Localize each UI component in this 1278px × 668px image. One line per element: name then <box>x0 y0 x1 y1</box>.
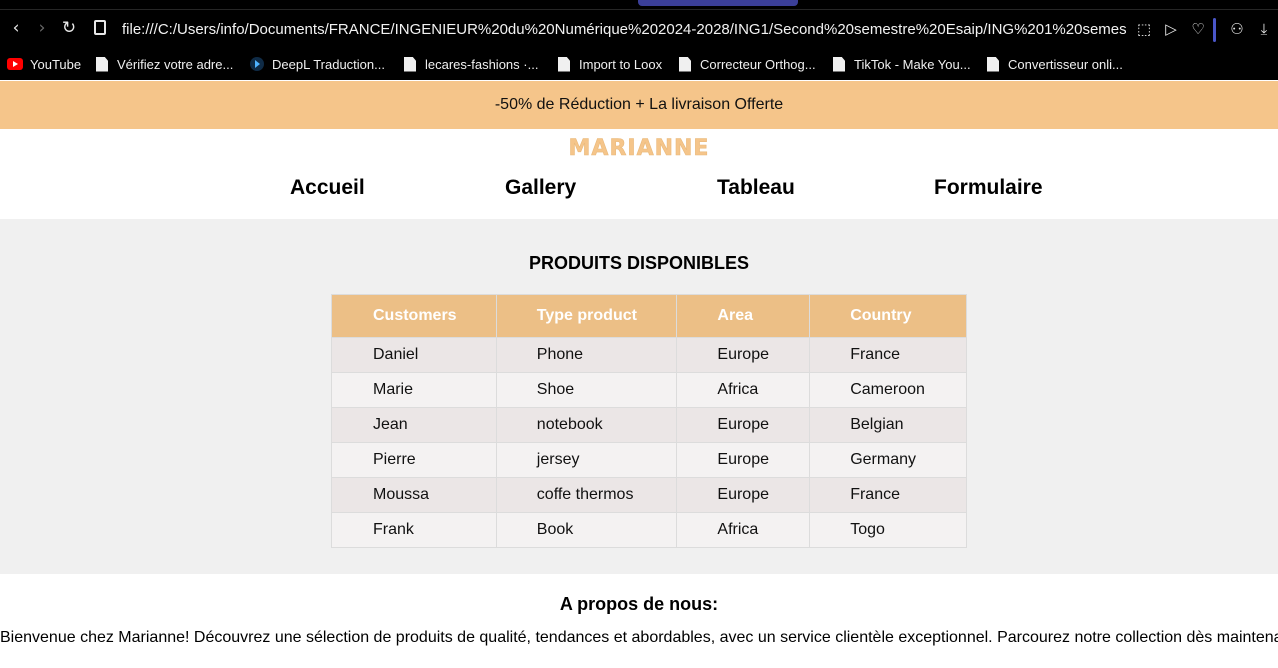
document-icon <box>679 56 691 72</box>
bookmark-tiktok[interactable]: TikTok - Make You... <box>833 55 971 73</box>
table-row: Daniel Phone Europe France <box>331 337 967 373</box>
cell-customer: Moussa <box>331 477 497 513</box>
bookmark-label: Import to Loox <box>579 56 663 72</box>
send-icon[interactable]: ▷ <box>1161 19 1181 39</box>
column-header-area: Area <box>676 294 811 338</box>
tab-indicator <box>638 0 798 6</box>
column-header-type-product: Type product <box>495 294 678 338</box>
bookmark-label: lecares-fashions ·... <box>425 56 539 72</box>
document-icon <box>558 56 570 72</box>
bookmarks-bar: YouTube Vérifiez votre adre... DeepL Tra… <box>0 48 1278 80</box>
document-icon <box>404 56 416 72</box>
bookmark-loox[interactable]: Import to Loox <box>558 55 662 73</box>
cell-customer: Pierre <box>331 442 497 478</box>
bookmark-convertisseur[interactable]: Convertisseur onli... <box>987 55 1123 73</box>
table-row: Moussa coffe thermos Europe France <box>331 477 967 513</box>
back-icon[interactable]: ‹ <box>6 18 26 38</box>
nav-formulaire[interactable]: Formulaire <box>934 176 1043 200</box>
cell-country: France <box>809 477 967 513</box>
cell-customer: Jean <box>331 407 497 443</box>
cell-area: Europe <box>676 407 811 443</box>
heart-icon[interactable]: ♡ <box>1188 19 1208 39</box>
column-header-customers: Customers <box>331 294 497 338</box>
bookmark-verify-address[interactable]: Vérifiez votre adre... <box>96 55 233 73</box>
cell-country: Togo <box>809 512 967 548</box>
sidebar-divider <box>1213 18 1216 42</box>
download-icon[interactable]: ⤓ <box>1254 19 1274 39</box>
cell-type-product: notebook <box>495 407 678 443</box>
cell-type-product: coffe thermos <box>495 477 678 513</box>
products-title: PRODUITS DISPONIBLES <box>528 253 750 273</box>
cell-customer: Daniel <box>331 337 497 373</box>
nav-accueil[interactable]: Accueil <box>290 176 365 200</box>
document-icon <box>987 56 999 72</box>
bookmark-lecares[interactable]: lecares-fashions ·... <box>404 55 538 73</box>
bookmark-deepl[interactable]: DeepL Traduction... <box>250 55 385 73</box>
page-info-icon[interactable] <box>94 20 106 35</box>
profile-icon[interactable]: ⚇ <box>1227 19 1247 39</box>
site-logo[interactable]: MARIANNE <box>0 136 1278 162</box>
cell-type-product: jersey <box>495 442 678 478</box>
cell-area: Europe <box>676 337 811 373</box>
screenshot-icon[interactable]: ⬚ <box>1134 19 1154 39</box>
document-icon <box>96 56 108 72</box>
promo-banner: -50% de Réduction + La livraison Offerte <box>0 81 1278 129</box>
forward-icon[interactable]: › <box>32 18 52 38</box>
nav-gallery[interactable]: Gallery <box>505 176 576 200</box>
toolbar-divider <box>0 9 1278 10</box>
table-row: Pierre jersey Europe Germany <box>331 442 967 478</box>
table-header-row: Customers Type product Area Country <box>331 294 967 338</box>
cell-area: Europe <box>676 442 811 478</box>
nav-tableau[interactable]: Tableau <box>717 176 795 200</box>
cell-country: Germany <box>809 442 967 478</box>
cell-customer: Frank <box>331 512 497 548</box>
cell-area: Africa <box>676 512 811 548</box>
table-row: Marie Shoe Africa Cameroon <box>331 372 967 408</box>
reload-icon[interactable]: ↻ <box>59 18 79 38</box>
about-title: A propos de nous: <box>559 594 719 614</box>
cell-type-product: Book <box>495 512 678 548</box>
cell-area: Africa <box>676 372 811 408</box>
bookmark-label: YouTube <box>30 56 82 72</box>
bookmark-label: Convertisseur onli... <box>1008 56 1123 72</box>
document-icon <box>833 56 845 72</box>
cell-type-product: Phone <box>495 337 678 373</box>
table-row: Jean notebook Europe Belgian <box>331 407 967 443</box>
cell-type-product: Shoe <box>495 372 678 408</box>
browser-toolbar: ‹ › ↻ file:///C:/Users/info/Documents/FR… <box>0 0 1278 48</box>
bookmark-label: Correcteur Orthog... <box>700 56 816 72</box>
table-row: Frank Book Africa Togo <box>331 512 967 548</box>
bookmark-label: DeepL Traduction... <box>272 56 385 72</box>
cell-area: Europe <box>676 477 811 513</box>
about-text: Bienvenue chez Marianne! Découvrez une s… <box>0 629 1278 646</box>
address-bar[interactable]: file:///C:/Users/info/Documents/FRANCE/I… <box>122 20 1126 40</box>
bookmark-correcteur[interactable]: Correcteur Orthog... <box>679 55 816 73</box>
products-table: Customers Type product Area Country Dani… <box>331 294 967 548</box>
bookmark-label: Vérifiez votre adre... <box>117 56 234 72</box>
bookmark-label: TikTok - Make You... <box>854 56 971 72</box>
youtube-icon <box>7 58 23 70</box>
bookmark-youtube[interactable]: YouTube <box>7 55 81 73</box>
cell-country: France <box>809 337 967 373</box>
deepl-icon <box>250 57 264 71</box>
column-header-country: Country <box>809 294 967 338</box>
cell-country: Cameroon <box>809 372 967 408</box>
cell-customer: Marie <box>331 372 497 408</box>
cell-country: Belgian <box>809 407 967 443</box>
